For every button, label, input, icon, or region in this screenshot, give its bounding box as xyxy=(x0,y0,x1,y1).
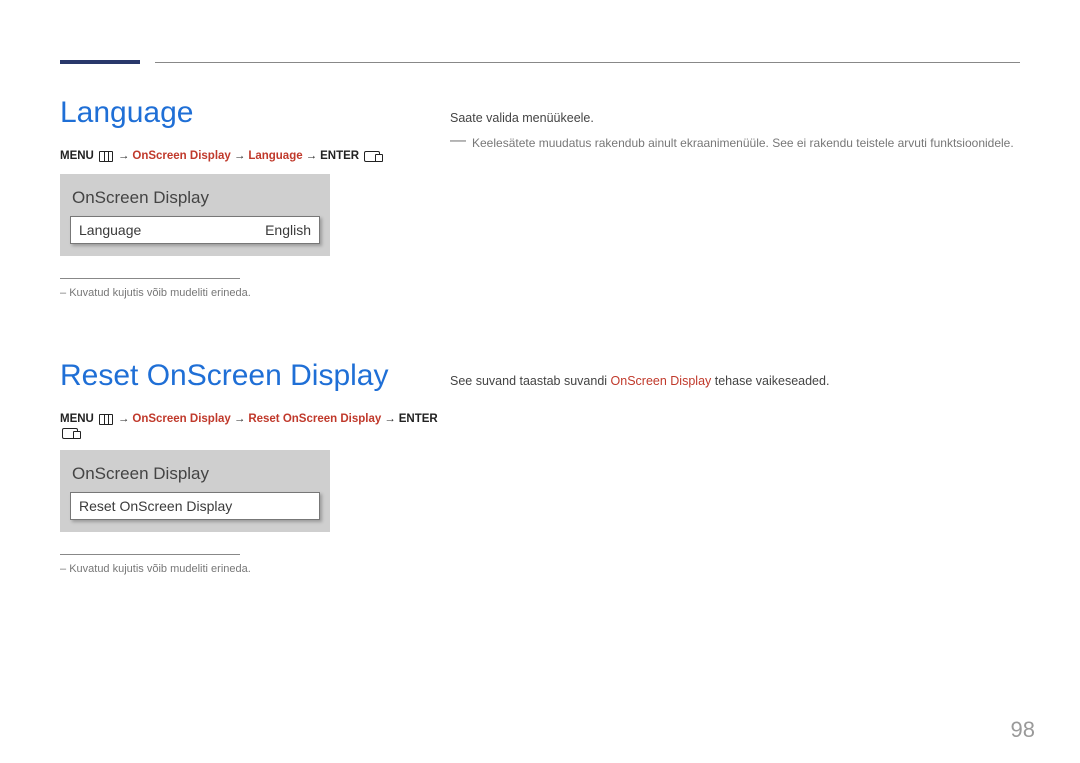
section-reset: Reset OnScreen Display MENU → OnScreen D… xyxy=(60,359,1020,575)
osd-panel-reset: OnScreen Display Reset OnScreen Display xyxy=(60,450,330,532)
osd-row-value: English xyxy=(265,222,311,238)
arrow-icon: → xyxy=(118,150,130,162)
section-language: Language MENU → OnScreen Display → Langu… xyxy=(60,96,1020,299)
osd-row-language[interactable]: Language English xyxy=(70,216,320,244)
footnote-reset: Kuvatud kujutis võib mudeliti erineda. xyxy=(60,563,450,575)
language-description: Saate valida menüükeele. xyxy=(450,108,1020,129)
osd-panel-language: OnScreen Display Language English xyxy=(60,174,330,256)
section-reset-right: See suvand taastab suvandi OnScreen Disp… xyxy=(450,359,1020,392)
enter-icon xyxy=(364,151,380,162)
page-number: 98 xyxy=(1011,717,1035,743)
osd-panel-title: OnScreen Display xyxy=(72,188,318,208)
menu-icon xyxy=(99,151,113,162)
footnote-rule xyxy=(60,554,240,555)
breadcrumb-language: Language xyxy=(248,150,302,162)
dash-icon: ― xyxy=(450,133,466,149)
header-rule xyxy=(60,60,1020,66)
osd-row-label: Language xyxy=(79,222,141,238)
arrow-icon: → xyxy=(306,150,318,162)
footnote-rule xyxy=(60,278,240,279)
reset-description-highlight: OnScreen Display xyxy=(611,374,712,388)
breadcrumb-reset-osd: Reset OnScreen Display xyxy=(248,413,381,425)
arrow-icon: → xyxy=(384,413,396,425)
arrow-icon: → xyxy=(234,150,246,162)
breadcrumb-menu-label: MENU xyxy=(60,150,94,162)
section-title-reset: Reset OnScreen Display xyxy=(60,359,450,393)
breadcrumb-enter-label: ENTER xyxy=(320,150,359,162)
breadcrumb-onscreen-display: OnScreen Display xyxy=(132,413,230,425)
breadcrumb-reset: MENU → OnScreen Display → Reset OnScreen… xyxy=(60,413,450,438)
reset-description-pre: See suvand taastab suvandi xyxy=(450,374,611,388)
section-reset-left: Reset OnScreen Display MENU → OnScreen D… xyxy=(60,359,450,575)
arrow-icon: → xyxy=(234,413,246,425)
menu-icon xyxy=(99,414,113,425)
breadcrumb-onscreen-display: OnScreen Display xyxy=(132,150,230,162)
section-language-left: Language MENU → OnScreen Display → Langu… xyxy=(60,96,450,299)
breadcrumb-menu-label: MENU xyxy=(60,413,94,425)
arrow-icon: → xyxy=(118,413,130,425)
breadcrumb-enter-label: ENTER xyxy=(399,413,438,425)
header-rule-accent xyxy=(60,60,140,64)
reset-description-post: tehase vaikeseaded. xyxy=(711,374,829,388)
section-language-right: Saate valida menüükeele. ― Keelesätete m… xyxy=(450,96,1020,154)
reset-description: See suvand taastab suvandi OnScreen Disp… xyxy=(450,371,1020,392)
enter-icon xyxy=(62,428,78,439)
footnote-language: Kuvatud kujutis võib mudeliti erineda. xyxy=(60,287,450,299)
header-rule-line xyxy=(155,62,1020,63)
osd-row-reset[interactable]: Reset OnScreen Display xyxy=(70,492,320,520)
language-note-text: Keelesätete muudatus rakendub ainult ekr… xyxy=(472,133,1014,153)
language-note: ― Keelesätete muudatus rakendub ainult e… xyxy=(450,133,1020,153)
section-title-language: Language xyxy=(60,96,450,130)
breadcrumb-language: MENU → OnScreen Display → Language → ENT… xyxy=(60,150,450,162)
page: Language MENU → OnScreen Display → Langu… xyxy=(0,0,1080,575)
osd-panel-title: OnScreen Display xyxy=(72,464,318,484)
osd-row-label: Reset OnScreen Display xyxy=(79,498,232,514)
